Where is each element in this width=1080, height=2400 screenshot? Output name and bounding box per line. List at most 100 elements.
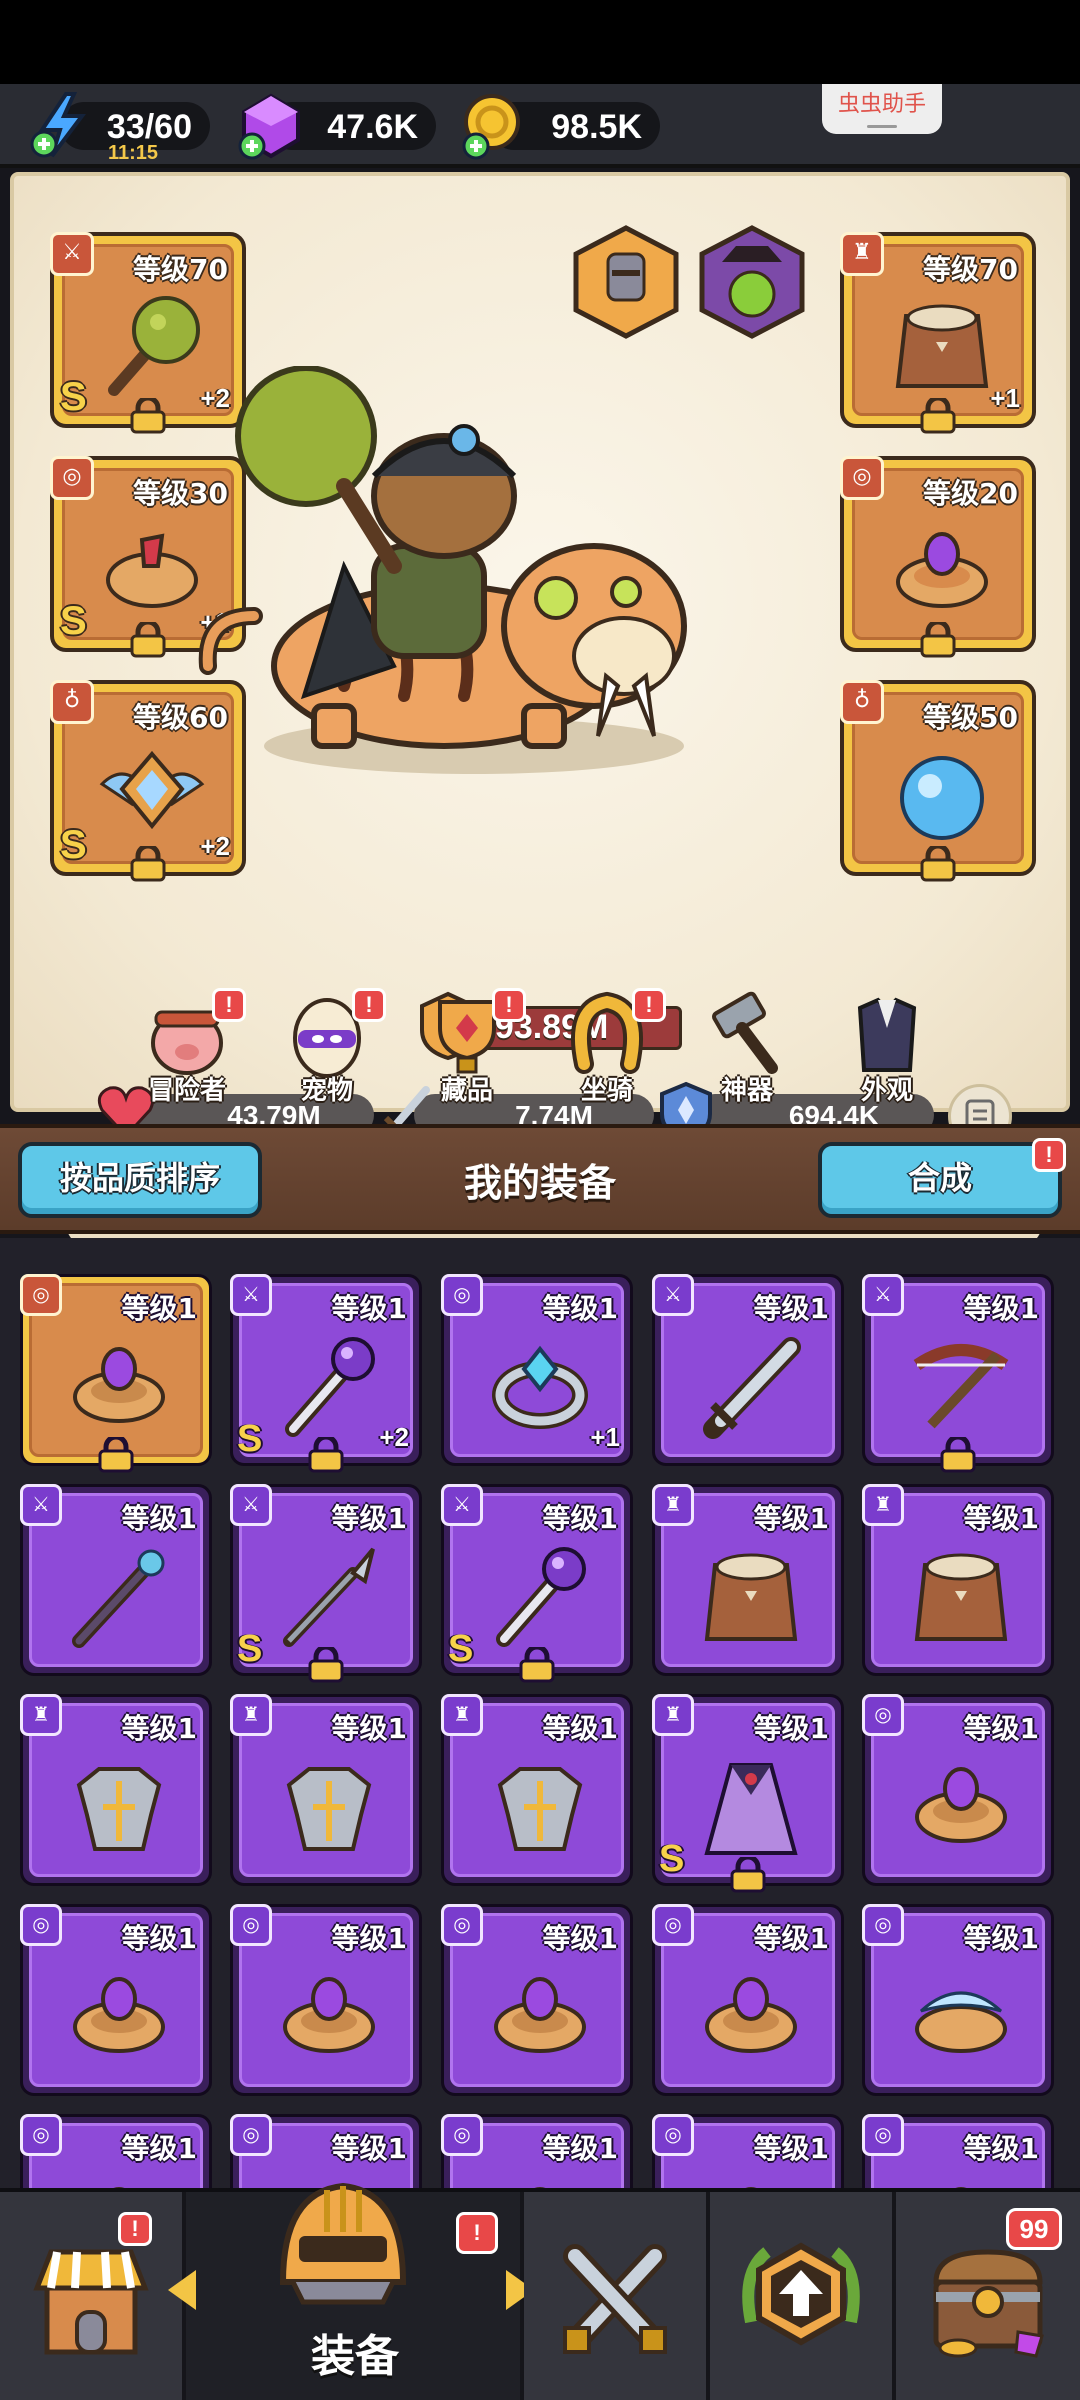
equipped-amulet-slot-2[interactable]: ♁ 等级50 <box>840 680 1036 882</box>
inventory-item[interactable]: ◎ 等级1 +1 <box>441 1274 633 1466</box>
inventory-item[interactable]: ◎ 等级1 <box>441 2114 633 2188</box>
inventory-item[interactable]: ◎ 等级1 <box>20 1904 212 2096</box>
ring-icon <box>283 1977 375 2053</box>
bottom-nav-upgrade[interactable] <box>710 2192 896 2400</box>
gem-counter[interactable]: 47.6K <box>238 93 436 160</box>
combine-button[interactable]: 合成 <box>818 1142 1062 1218</box>
item-level: 等级1 <box>121 1712 197 1745</box>
slot-type-icon: ⚔ <box>230 1484 272 1526</box>
inventory-item[interactable]: ◎ 等级1 <box>652 2114 844 2188</box>
equipped-armor-slot[interactable]: ♜ 等级70 +1 <box>840 232 1036 434</box>
treasure-chest-icon <box>933 2249 1044 2358</box>
enhance-level: +1 <box>590 1422 620 1452</box>
inventory-item[interactable]: ♜ 等级1 <box>652 1484 844 1676</box>
slot-type-icon: ◎ <box>230 1904 272 1946</box>
item-level: 等级1 <box>331 1922 407 1955</box>
fur-armor-icon <box>914 1553 1008 1641</box>
item-level: 等级1 <box>331 1292 407 1325</box>
inventory-item[interactable]: ⚔ 等级1 S <box>441 1484 633 1683</box>
sword-icon: ⚔ <box>50 232 94 276</box>
inventory-item[interactable]: ⚔ 等级1 <box>20 1484 212 1676</box>
lock-icon <box>920 846 956 882</box>
inventory-item[interactable]: ◎ 等级1 <box>652 1904 844 2096</box>
inventory-item[interactable]: ♜ 等级1 S <box>652 1694 844 1893</box>
staff-icon <box>285 1337 375 1437</box>
slot-type-icon: ◎ <box>230 2114 272 2156</box>
inventory-item[interactable]: ♜ 等级1 <box>441 1694 633 1886</box>
gold-counter[interactable]: 98.5K <box>462 94 660 160</box>
ring-icon <box>73 1347 165 1423</box>
item-level: 等级1 <box>331 1712 407 1745</box>
enhance-level: +2 <box>379 1422 409 1452</box>
grade-badge: S <box>237 1418 263 1460</box>
item-level: 等级1 <box>542 2132 618 2165</box>
inventory-item[interactable]: ◎ 等级1 <box>862 2114 1054 2188</box>
inventory-item[interactable]: ◎ 等级1 <box>862 1694 1054 1886</box>
arrow-left-icon[interactable] <box>168 2270 196 2310</box>
nav-collection[interactable]: 藏品 ! <box>412 988 526 1108</box>
plate-armor-icon <box>76 1767 162 1851</box>
ring-wing-icon <box>915 1991 1007 2053</box>
alert-badge: ! <box>456 2212 498 2254</box>
fur-armor-icon <box>704 1553 798 1641</box>
hero-capybara-on-tiger <box>198 366 687 774</box>
slot-type-icon: ♜ <box>20 1694 62 1736</box>
inventory-item[interactable]: ♜ 等级1 <box>230 1694 422 1886</box>
lock-icon <box>308 1437 344 1473</box>
slot-type-icon: ⚔ <box>862 1274 904 1316</box>
gem-value: 47.6K <box>327 108 418 146</box>
lock-icon <box>730 1857 766 1893</box>
plate-armor-icon <box>286 1767 372 1851</box>
lock-icon <box>940 1437 976 1473</box>
slot-type-icon: ♜ <box>441 1694 483 1736</box>
inventory-item[interactable]: ◎ 等级1 <box>862 1904 1054 2096</box>
inventory-item[interactable]: ◎ 等级1 <box>230 1904 422 2096</box>
bottom-nav-shop[interactable]: ! <box>0 2192 186 2400</box>
inventory-item[interactable]: ◎ 等级1 <box>441 1904 633 2096</box>
inventory-item[interactable]: ⚔ 等级1 S +2 <box>230 1274 422 1473</box>
slot-type-icon: ⚔ <box>230 1274 272 1316</box>
lock-icon <box>519 1647 555 1683</box>
bottom-nav-battle[interactable] <box>524 2192 710 2400</box>
inventory-item[interactable]: ♜ 等级1 <box>862 1484 1054 1676</box>
nav-adventurer[interactable]: 冒险者 ! <box>132 988 246 1108</box>
lock-icon <box>130 846 166 882</box>
nav-appearance[interactable]: 外观 <box>832 988 942 1108</box>
item-level: 等级1 <box>121 2132 197 2165</box>
slot-level: 等级50 <box>923 701 1018 734</box>
lock-icon <box>308 1647 344 1683</box>
staff-icon <box>496 1547 586 1647</box>
item-level: 等级1 <box>963 2132 1039 2165</box>
ring-icon <box>73 1977 165 2053</box>
nav-artifact[interactable]: 神器 <box>692 988 802 1108</box>
inventory-item[interactable]: ⚔ 等级1 S <box>230 1484 422 1683</box>
inventory-item[interactable]: ⚔ 等级1 <box>862 1274 1054 1473</box>
inventory-item[interactable]: ◎ 等级1 <box>20 1274 212 1473</box>
item-level: 等级1 <box>121 1292 197 1325</box>
slot-type-icon: ◎ <box>862 1694 904 1736</box>
energy-timer: 11:15 <box>108 142 159 164</box>
item-level: 等级1 <box>542 1502 618 1535</box>
grade-badge: S <box>448 1628 474 1670</box>
slot-type-icon: ◎ <box>20 1904 62 1946</box>
knight-portrait-button[interactable] <box>568 224 684 340</box>
helper-button[interactable]: 虫虫助手 <box>822 84 942 134</box>
alert-badge: ! <box>492 988 526 1022</box>
item-level: 等级1 <box>963 1502 1039 1535</box>
inventory-item[interactable]: ◎ 等级1 <box>20 2114 212 2188</box>
lock-icon <box>920 398 956 434</box>
item-level: 等级1 <box>753 1712 829 1745</box>
slot-type-icon: ⚔ <box>652 1274 694 1316</box>
equipped-ring-slot-2[interactable]: ◎ 等级20 <box>840 456 1036 658</box>
ring-icon <box>955 2187 967 2188</box>
nav-pet[interactable]: 宠物 ! <box>272 988 386 1108</box>
sort-by-quality-button[interactable]: 按品质排序 <box>18 1142 262 1218</box>
shop-icon <box>33 2249 149 2355</box>
nav-mount[interactable]: 坐骑 ! <box>552 988 666 1108</box>
inventory-item[interactable]: ⚔ 等级1 <box>652 1274 844 1466</box>
slot-type-icon: ♜ <box>652 1484 694 1526</box>
inventory-item[interactable]: ♜ 等级1 <box>20 1694 212 1886</box>
slot-level: 等级20 <box>923 477 1018 510</box>
slot-type-icon: ◎ <box>20 1274 62 1316</box>
pirate-portrait-button[interactable] <box>694 224 810 340</box>
